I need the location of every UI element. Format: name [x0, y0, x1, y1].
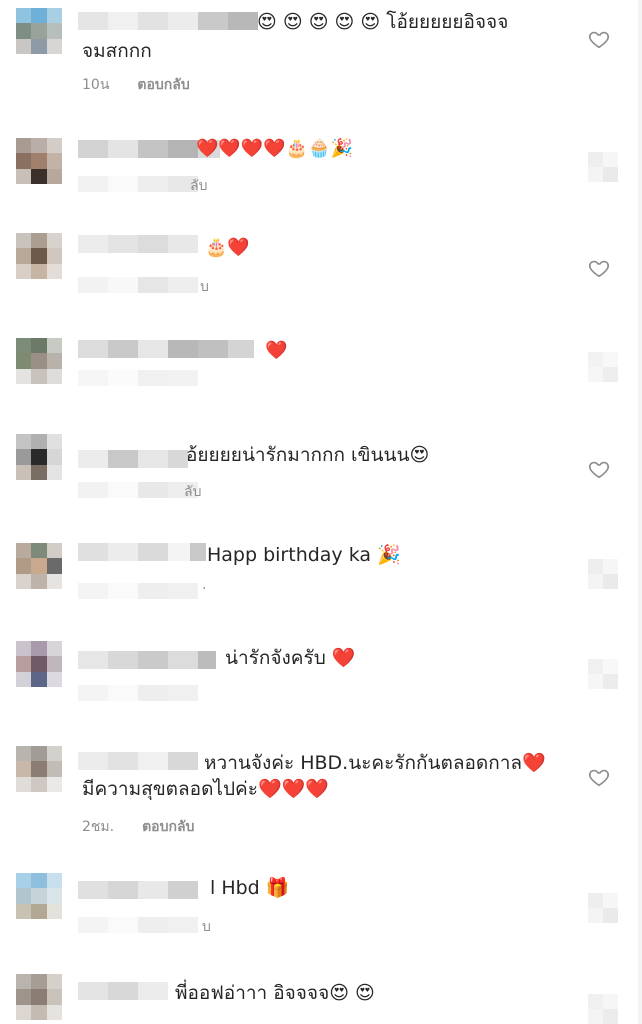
- username-blurred[interactable]: [78, 12, 258, 30]
- avatar[interactable]: [16, 8, 62, 54]
- comment-text-line2: จมสกกก: [82, 40, 152, 62]
- avatar[interactable]: [16, 641, 62, 687]
- heart-blurred[interactable]: [588, 659, 618, 689]
- comment-time: 10น: [82, 77, 110, 93]
- comment-item: Happ birthday ka 🎉 .: [0, 535, 642, 635]
- comment-text: อ้ยยยยน่ารักมากกก เขินนน😍: [186, 444, 430, 466]
- comment-text: ❤️❤️❤️❤️🎂🧁🎉: [196, 138, 353, 159]
- username-blurred[interactable]: [78, 982, 168, 1000]
- comment-item: 🎂❤️ บ: [0, 225, 642, 325]
- comment-item: หวานจังค่ะ HBD.นะคะรักกันตลอดกาล❤️ มีควา…: [0, 740, 642, 860]
- meta-blurred: [78, 917, 198, 933]
- comment-meta: 2ชม. ตอบกลับ: [82, 816, 194, 838]
- username-blurred[interactable]: [78, 235, 198, 253]
- reply-button[interactable]: ตอบกลับ: [142, 816, 194, 838]
- comment-item: ❤️: [0, 330, 642, 430]
- avatar[interactable]: [16, 233, 62, 279]
- username-blurred[interactable]: [78, 752, 198, 770]
- comment-text: ❤️: [265, 340, 288, 361]
- heart-outline-icon[interactable]: [588, 28, 610, 50]
- avatar[interactable]: [16, 138, 62, 184]
- meta-blurred: [78, 370, 198, 386]
- reply-fragment[interactable]: ลับ: [184, 481, 201, 503]
- heart-blurred[interactable]: [588, 994, 618, 1024]
- comment-item: อ้ยยยยน่ารักมากกก เขินนน😍 ลับ: [0, 430, 642, 530]
- username-blurred[interactable]: [78, 450, 188, 468]
- meta-blurred: [78, 685, 198, 701]
- comment-text: 🎂❤️: [205, 237, 250, 258]
- username-blurred[interactable]: [78, 651, 216, 669]
- comment-item: พี่ออฟอ่าาา อิจจจจ😍 😍: [0, 968, 642, 1024]
- comment-text: Happ birthday ka 🎉: [207, 544, 401, 566]
- heart-blurred[interactable]: [588, 352, 618, 382]
- comment-time: 2ชม.: [82, 819, 115, 835]
- heart-blurred[interactable]: [588, 152, 618, 182]
- heart-outline-icon[interactable]: [588, 257, 610, 279]
- comment-item: ❤️❤️❤️❤️🎂🧁🎉 ลับ: [0, 120, 642, 220]
- reply-button[interactable]: ตอบกลับ: [137, 74, 189, 96]
- avatar[interactable]: [16, 746, 62, 792]
- meta-blurred: [78, 277, 198, 293]
- comment-text: พี่ออฟอ่าาา อิจจจจ😍 😍: [175, 982, 375, 1004]
- meta-blurred: [78, 583, 198, 599]
- reply-fragment[interactable]: บ: [200, 276, 209, 298]
- heart-outline-icon[interactable]: [588, 458, 610, 480]
- reply-fragment[interactable]: ลับ: [190, 175, 207, 197]
- reply-fragment[interactable]: บ: [202, 916, 211, 938]
- comment-item: น่ารักจังครับ ❤️: [0, 635, 642, 735]
- comment-text-line2: มีความสุขตลอดไปค่ะ❤️❤️❤️: [82, 778, 329, 800]
- username-blurred[interactable]: [78, 543, 206, 561]
- avatar[interactable]: [16, 543, 62, 589]
- username-blurred[interactable]: [78, 340, 254, 358]
- comment-text: 😍 😍 😍 😍 😍 โอ้ยยยยยอิจจจ: [257, 11, 509, 33]
- heart-outline-icon[interactable]: [588, 766, 610, 788]
- heart-blurred[interactable]: [588, 893, 618, 923]
- comment-text: l Hbd 🎁: [210, 877, 290, 899]
- meta-blurred: [78, 482, 198, 498]
- avatar[interactable]: [16, 974, 62, 1020]
- meta-blurred: [78, 176, 198, 192]
- comment-item: l Hbd 🎁 บ: [0, 865, 642, 965]
- comment-text: น่ารักจังครับ ❤️: [225, 647, 356, 669]
- reply-fragment[interactable]: .: [202, 577, 206, 593]
- heart-blurred[interactable]: [588, 559, 618, 589]
- avatar[interactable]: [16, 434, 62, 480]
- avatar[interactable]: [16, 338, 62, 384]
- username-blurred[interactable]: [78, 881, 198, 899]
- avatar[interactable]: [16, 873, 62, 919]
- comment-item: 😍 😍 😍 😍 😍 โอ้ยยยยยอิจจจ จมสกกก 10น ตอบกล…: [0, 0, 642, 110]
- comment-meta: 10น ตอบกลับ: [82, 74, 190, 96]
